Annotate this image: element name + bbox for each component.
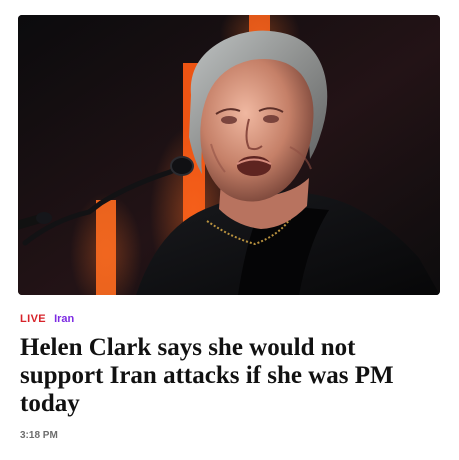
article-time: 3:18 PM xyxy=(20,430,58,441)
news-card[interactable]: LIVE Iran Helen Clark says she would not… xyxy=(0,0,459,460)
live-badge: LIVE xyxy=(20,313,47,325)
topic-link[interactable]: Iran xyxy=(54,312,74,326)
speaker-photo xyxy=(18,15,440,295)
article-headline[interactable]: Helen Clark says she would not support I… xyxy=(20,334,425,418)
article-meta: LIVE Iran xyxy=(20,312,74,326)
article-image[interactable] xyxy=(18,15,440,295)
